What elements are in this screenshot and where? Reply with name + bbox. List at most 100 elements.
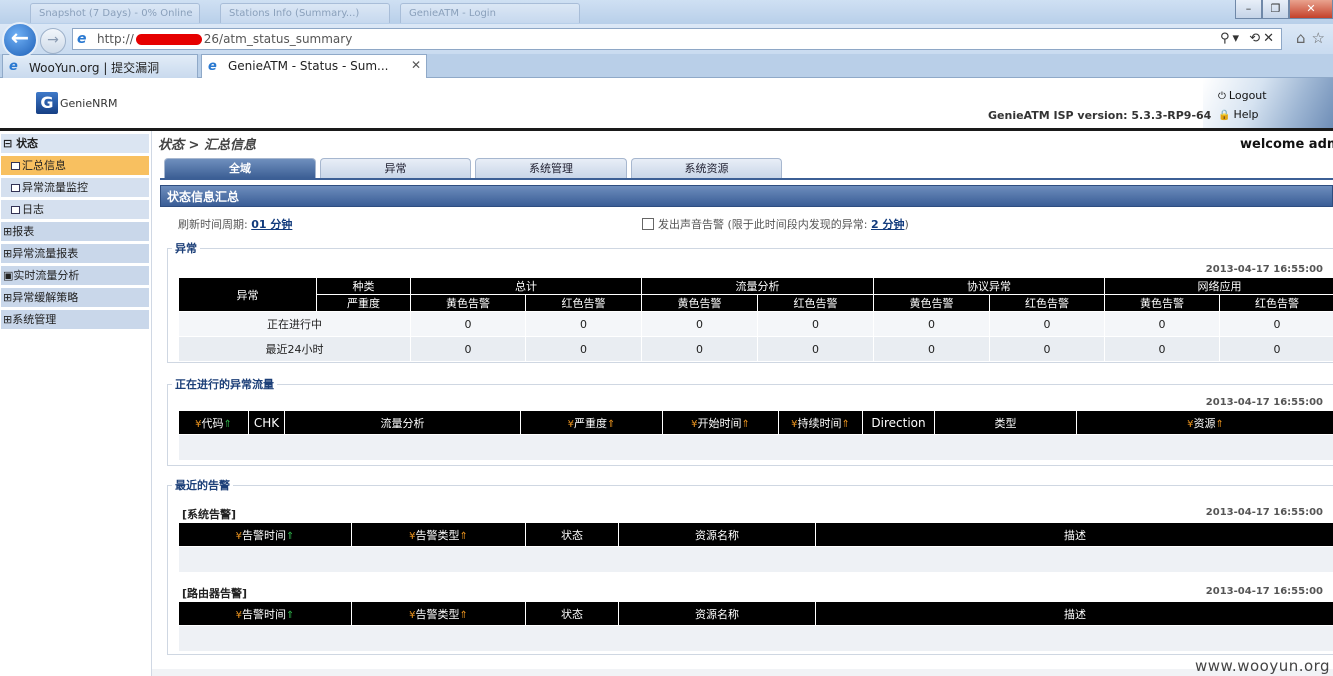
row-label: 正在进行中 bbox=[178, 311, 411, 337]
summary-title: 状态信息汇总 bbox=[160, 185, 1333, 207]
browser-tabbar: e WooYun.org | 提交漏洞 e GenieATM - Status … bbox=[0, 54, 1333, 78]
breadcrumb: 状态 > 汇总信息 bbox=[158, 138, 256, 153]
sidebar-item-realtime[interactable]: ▣实时流量分析 bbox=[1, 266, 149, 286]
address-tools[interactable]: ⚲▾ ⟲✕ bbox=[1220, 31, 1277, 46]
logout-link[interactable]: ⏻ Logout bbox=[1218, 87, 1267, 106]
router-alerts-title: [路由器告警] bbox=[182, 587, 248, 600]
red-alert-header: 红色告警 bbox=[1219, 294, 1333, 312]
sort-header-alert-type[interactable]: ¥告警类型⇑ bbox=[351, 601, 526, 626]
forward-button[interactable]: → bbox=[40, 28, 66, 54]
sort-header-duration[interactable]: ¥持续时间⇑ bbox=[778, 410, 863, 435]
tab-genieatm[interactable]: e GenieATM - Status - Sum... ✕ bbox=[201, 54, 427, 78]
count-cell[interactable]: 0 bbox=[525, 336, 642, 362]
system-alerts-table: ¥告警时间⇑ ¥告警类型⇑ 状态 资源名称 描述 bbox=[178, 522, 1333, 573]
logo-text: GenieNRM bbox=[60, 96, 118, 110]
section-title: 最近的告警 bbox=[172, 477, 233, 493]
direction-header: Direction bbox=[862, 410, 935, 435]
count-cell[interactable]: 0 bbox=[525, 311, 642, 337]
count-cell[interactable]: 0 bbox=[989, 311, 1105, 337]
section-title: 异常 bbox=[172, 240, 200, 256]
count-cell[interactable]: 0 bbox=[641, 336, 758, 362]
refresh-period: 刷新时间周期: 01 分钟 bbox=[178, 218, 293, 231]
sound-alert-checkbox[interactable] bbox=[642, 218, 654, 230]
logo-mark: G bbox=[36, 92, 58, 114]
router-alerts-table: ¥告警时间⇑ ¥告警类型⇑ 状态 资源名称 描述 bbox=[178, 601, 1333, 652]
lock-icon: 🔒 bbox=[1218, 110, 1231, 121]
browser-titlebar: Snapshot (7 Days) - 0% Online Stations I… bbox=[0, 0, 1333, 24]
logout-icon: ⏻ bbox=[1218, 91, 1226, 102]
sort-header-alert-time[interactable]: ¥告警时间⇑ bbox=[178, 601, 352, 626]
sidebar-item-anomaly-monitor[interactable]: 异常流量监控 bbox=[1, 178, 149, 198]
row-header: 异常 bbox=[178, 277, 317, 312]
maximize-button[interactable]: ❐ bbox=[1262, 0, 1289, 19]
sort-header-code[interactable]: ¥代码⇑ bbox=[178, 410, 249, 435]
minimize-button[interactable]: – bbox=[1235, 0, 1262, 19]
close-icon[interactable]: ✕ bbox=[411, 58, 421, 72]
count-cell[interactable]: 0 bbox=[757, 311, 874, 337]
watermark-text: www.wooyun.org bbox=[1195, 657, 1331, 675]
sidebar-item-log[interactable]: 日志 bbox=[1, 200, 149, 220]
count-cell[interactable]: 0 bbox=[989, 336, 1105, 362]
empty-row bbox=[178, 546, 1333, 573]
count-cell[interactable]: 0 bbox=[1219, 336, 1333, 362]
kind-header: 种类 bbox=[316, 277, 411, 295]
folder-icon bbox=[11, 184, 20, 192]
yellow-alert-header: 黄色告警 bbox=[1104, 294, 1220, 312]
description-header: 描述 bbox=[815, 522, 1333, 547]
count-cell[interactable]: 0 bbox=[873, 336, 990, 362]
help-link[interactable]: 🔒 Help bbox=[1218, 106, 1267, 125]
background-tab[interactable]: Stations Info (Summary...) bbox=[220, 3, 390, 23]
empty-row bbox=[178, 434, 1333, 461]
count-cell[interactable]: 0 bbox=[1219, 311, 1333, 337]
header-links: ⏻ Logout 🔒 Help bbox=[1218, 87, 1267, 125]
count-cell[interactable]: 0 bbox=[410, 336, 526, 362]
count-cell[interactable]: 0 bbox=[873, 311, 990, 337]
tab-system-resource[interactable]: 系统资源 bbox=[631, 158, 782, 178]
timestamp: 2013-04-17 16:55:00 bbox=[1205, 507, 1323, 518]
url-text[interactable]: http://26/atm_status_summary bbox=[97, 32, 352, 46]
resource-name-header: 资源名称 bbox=[618, 522, 816, 547]
home-icon[interactable]: ⌂☆ bbox=[1296, 29, 1331, 47]
address-bar[interactable]: e http://26/atm_status_summary ⚲▾ ⟲✕ bbox=[72, 28, 1282, 50]
background-tab[interactable]: GenieATM - Login bbox=[400, 3, 580, 23]
empty-row bbox=[178, 625, 1333, 652]
window-controls: – ❐ ✕ bbox=[1235, 0, 1333, 19]
sort-header-alert-type[interactable]: ¥告警类型⇑ bbox=[351, 522, 526, 547]
close-window-button[interactable]: ✕ bbox=[1289, 0, 1333, 19]
sound-period-link[interactable]: 2 分钟 bbox=[871, 218, 904, 231]
tab-system-admin[interactable]: 系统管理 bbox=[475, 158, 627, 178]
logo: G GenieNRM bbox=[36, 92, 117, 114]
sort-header-severity[interactable]: ¥严重度⇑ bbox=[520, 410, 663, 435]
sort-header-alert-time[interactable]: ¥告警时间⇑ bbox=[178, 522, 352, 547]
background-tab[interactable]: Snapshot (7 Days) - 0% Online bbox=[30, 3, 200, 23]
folder-icon bbox=[11, 162, 20, 170]
version-text: GenieATM ISP version: 5.3.3-RP9-64 bbox=[988, 109, 1212, 122]
red-alert-header: 红色告警 bbox=[757, 294, 874, 312]
tab-label: WooYun.org | 提交漏洞 bbox=[29, 61, 160, 75]
count-cell[interactable]: 0 bbox=[1104, 336, 1220, 362]
red-alert-header: 红色告警 bbox=[525, 294, 642, 312]
bottom-strip bbox=[152, 669, 1333, 676]
row-label: 最近24小时 bbox=[178, 336, 411, 362]
sidebar-item-reports[interactable]: ⊞报表 bbox=[1, 222, 149, 242]
sort-header-start-time[interactable]: ¥开始时间⇑ bbox=[662, 410, 779, 435]
browser-navbar: ← → e http://26/atm_status_summary ⚲▾ ⟲✕… bbox=[0, 22, 1333, 58]
tab-global[interactable]: 全域 bbox=[164, 158, 316, 178]
group-header: 流量分析 bbox=[641, 277, 874, 295]
refresh-period-link[interactable]: 01 分钟 bbox=[251, 218, 292, 231]
folder-icon bbox=[11, 206, 20, 214]
sidebar-item-system[interactable]: ⊞系统管理 bbox=[1, 310, 149, 330]
anomaly-table: 异常 种类 总计 流量分析 协议异常 网络应用 严重度 黄色告警 红色告警 黄色… bbox=[178, 277, 1333, 362]
sidebar-item-summary[interactable]: 汇总信息 bbox=[1, 156, 149, 176]
sidebar-item-anomaly-reports[interactable]: ⊞异常流量报表 bbox=[1, 244, 149, 264]
sort-header-resource[interactable]: ¥资源⇑ bbox=[1076, 410, 1333, 435]
count-cell[interactable]: 0 bbox=[410, 311, 526, 337]
count-cell[interactable]: 0 bbox=[1104, 311, 1220, 337]
sidebar-item-mitigation[interactable]: ⊞异常缓解策略 bbox=[1, 288, 149, 308]
tab-wooyun[interactable]: e WooYun.org | 提交漏洞 bbox=[2, 54, 198, 78]
back-button[interactable]: ← bbox=[2, 22, 38, 58]
count-cell[interactable]: 0 bbox=[757, 336, 874, 362]
count-cell[interactable]: 0 bbox=[641, 311, 758, 337]
sidebar-item-status[interactable]: ⊟ 状态 bbox=[1, 134, 149, 154]
tab-anomaly[interactable]: 异常 bbox=[320, 158, 471, 178]
